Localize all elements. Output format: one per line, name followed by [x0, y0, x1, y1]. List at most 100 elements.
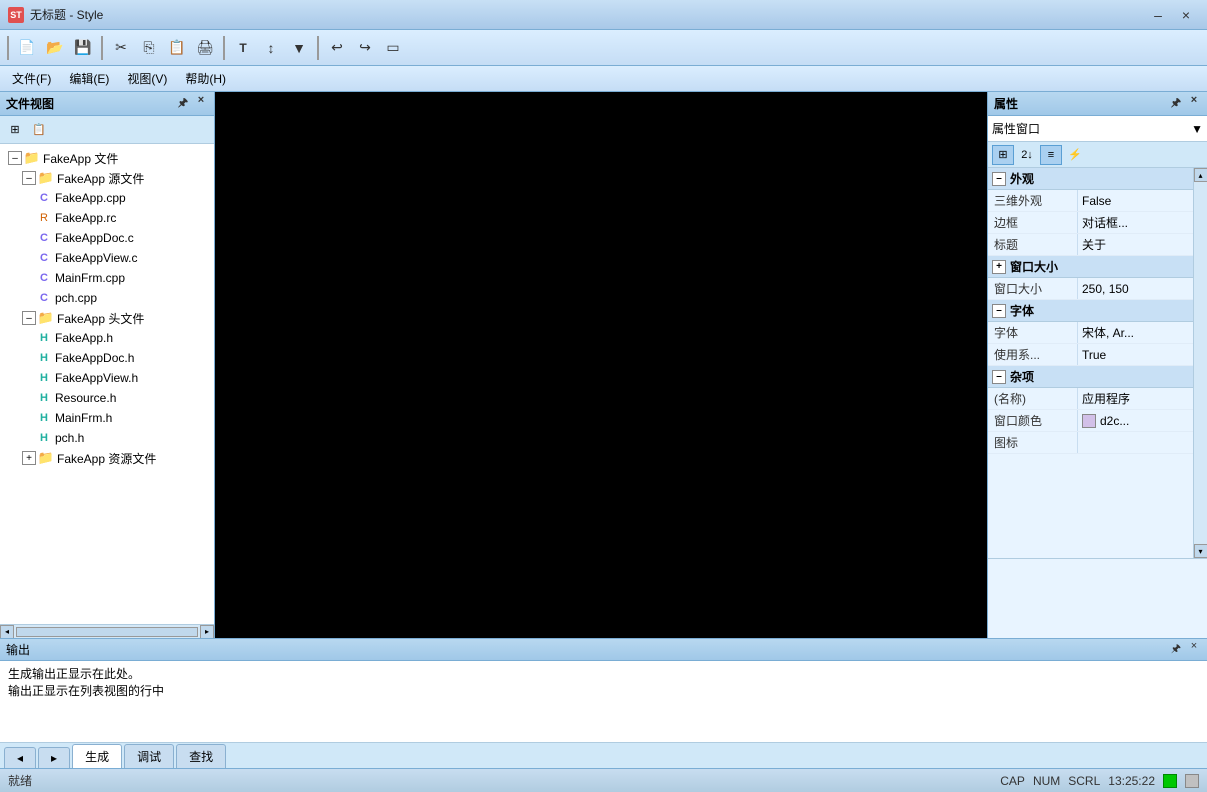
- prop-val-sysFont[interactable]: True: [1078, 348, 1193, 362]
- toggle-font[interactable]: –: [992, 304, 1006, 318]
- file-tree[interactable]: – 📁 FakeApp 文件 – 📁 FakeApp 源文件 C FakeApp…: [0, 144, 214, 624]
- prop-val-font[interactable]: 宋体, Ar...: [1078, 324, 1193, 341]
- file-panel-pin[interactable]: 🖈: [176, 94, 190, 113]
- menu-help[interactable]: 帮助(H): [177, 68, 234, 89]
- sort-button[interactable]: ↕: [258, 35, 284, 61]
- toolbar-dropdown[interactable]: ▼: [286, 35, 312, 61]
- props-panel-close[interactable]: ×: [1187, 94, 1201, 113]
- menubar: 文件(F) 编辑(E) 视图(V) 帮助(H): [0, 66, 1207, 92]
- tree-item-f2[interactable]: R FakeApp.rc: [0, 208, 214, 228]
- tree-item-f3[interactable]: C FakeAppDoc.c: [0, 228, 214, 248]
- menu-view[interactable]: 视图(V): [119, 68, 175, 89]
- tree-item-f6[interactable]: C pch.cpp: [0, 288, 214, 308]
- props-section-winsize[interactable]: + 窗口大小: [988, 256, 1193, 278]
- vscroll-up[interactable]: ▴: [1194, 168, 1207, 182]
- tree-label-h2: FakeAppDoc.h: [55, 351, 134, 365]
- tab-debug[interactable]: 调试: [124, 744, 174, 768]
- prop-val-wincolor[interactable]: d2c...: [1078, 414, 1193, 428]
- tree-item-h6[interactable]: H pch.h: [0, 428, 214, 448]
- output-close[interactable]: ×: [1187, 640, 1201, 659]
- undo-button[interactable]: ↩: [324, 35, 350, 61]
- canvas-area[interactable]: [215, 92, 987, 638]
- tree-item-src[interactable]: – 📁 FakeApp 源文件: [0, 168, 214, 188]
- tree-label-f5: MainFrm.cpp: [55, 271, 125, 285]
- text-button[interactable]: T: [230, 35, 256, 61]
- hscroll-right[interactable]: ▸: [200, 625, 214, 639]
- print-button[interactable]: 🖨: [192, 35, 218, 61]
- prop-val-border[interactable]: 对话框...: [1078, 214, 1193, 231]
- output-pin[interactable]: 🖈: [1169, 640, 1183, 659]
- tree-item-f1[interactable]: C FakeApp.cpp: [0, 188, 214, 208]
- file-panel-close[interactable]: ×: [194, 94, 208, 113]
- open-button[interactable]: 📂: [42, 35, 68, 61]
- file-panel-controls: 🖈 ×: [176, 94, 208, 113]
- props-section-font[interactable]: – 字体: [988, 300, 1193, 322]
- tree-item-h5[interactable]: H MainFrm.h: [0, 408, 214, 428]
- toggle-misc[interactable]: –: [992, 370, 1006, 384]
- titlebar-left: ST 无标题 - Style: [8, 6, 103, 23]
- tab-prev-right[interactable]: ▸: [38, 747, 70, 768]
- tree-item-h4[interactable]: H Resource.h: [0, 388, 214, 408]
- statusbar: 就绪 CAP NUM SCRL 13:25:22: [0, 768, 1207, 792]
- close-button[interactable]: ×: [1173, 5, 1199, 25]
- tree-item-f5[interactable]: C MainFrm.cpp: [0, 268, 214, 288]
- props-vscrollbar[interactable]: ▴ ▾: [1193, 168, 1207, 558]
- tree-item-root[interactable]: – 📁 FakeApp 文件: [0, 148, 214, 168]
- prop-val-title[interactable]: 关于: [1078, 236, 1193, 253]
- paste-button[interactable]: 📋: [164, 35, 190, 61]
- file-tool-2[interactable]: 📋: [28, 120, 50, 140]
- props-tool-event[interactable]: ⚡: [1064, 145, 1086, 165]
- tab-prev-left[interactable]: ◂: [4, 747, 36, 768]
- copy-button[interactable]: ⎘: [136, 35, 162, 61]
- wincolor-text: d2c...: [1100, 414, 1129, 428]
- status-indicator: [1163, 774, 1177, 788]
- titlebar-title: 无标题 - Style: [30, 6, 103, 23]
- props-row-font: 字体 宋体, Ar...: [988, 322, 1193, 344]
- props-section-appearance[interactable]: – 外观: [988, 168, 1193, 190]
- menu-edit[interactable]: 编辑(E): [61, 68, 117, 89]
- file-tool-1[interactable]: ⊞: [4, 120, 26, 140]
- save-button[interactable]: 💾: [70, 35, 96, 61]
- props-tool-grid[interactable]: ⊞: [992, 145, 1014, 165]
- toggle-winsize[interactable]: +: [992, 260, 1006, 274]
- tree-item-f4[interactable]: C FakeAppView.c: [0, 248, 214, 268]
- redo-button[interactable]: ↪: [352, 35, 378, 61]
- tree-label-res: FakeApp 资源文件: [57, 450, 156, 467]
- prop-val-winsize[interactable]: 250, 150: [1078, 282, 1193, 296]
- tab-build[interactable]: 生成: [72, 744, 122, 769]
- tree-item-hdr[interactable]: – 📁 FakeApp 头文件: [0, 308, 214, 328]
- prop-val-name[interactable]: 应用程序: [1078, 390, 1193, 407]
- props-dropdown[interactable]: 属性窗口 ▼: [988, 116, 1207, 142]
- rect-button[interactable]: ▭: [380, 35, 406, 61]
- minimize-button[interactable]: –: [1145, 5, 1171, 25]
- tree-item-h2[interactable]: H FakeAppDoc.h: [0, 348, 214, 368]
- tree-label-hdr: FakeApp 头文件: [57, 310, 144, 327]
- new-button[interactable]: 📄: [14, 35, 40, 61]
- props-section-misc[interactable]: – 杂项: [988, 366, 1193, 388]
- prop-key-winsize: 窗口大小: [988, 278, 1078, 299]
- hscroll-left[interactable]: ◂: [0, 625, 14, 639]
- props-table[interactable]: – 外观 三维外观 False 边框 对话框... 标题 关于 +: [988, 168, 1193, 558]
- vscroll-down[interactable]: ▾: [1194, 544, 1207, 558]
- menu-file[interactable]: 文件(F): [4, 68, 59, 89]
- expander-src[interactable]: –: [22, 171, 36, 185]
- props-tool-sort[interactable]: 2↓: [1016, 145, 1038, 165]
- tree-item-h3[interactable]: H FakeAppView.h: [0, 368, 214, 388]
- section-misc-label: 杂项: [1010, 368, 1034, 385]
- expander-hdr[interactable]: –: [22, 311, 36, 325]
- expander-root[interactable]: –: [8, 151, 22, 165]
- titlebar: ST 无标题 - Style – ×: [0, 0, 1207, 30]
- expander-res[interactable]: +: [22, 451, 36, 465]
- props-tool-list[interactable]: ≡: [1040, 145, 1062, 165]
- file-panel-hscrollbar[interactable]: ◂ ▸: [0, 624, 214, 638]
- tab-find[interactable]: 查找: [176, 744, 226, 768]
- tree-item-res[interactable]: + 📁 FakeApp 资源文件: [0, 448, 214, 468]
- file-icon-f5: C: [36, 270, 52, 286]
- cut-button[interactable]: ✂: [108, 35, 134, 61]
- toggle-appearance[interactable]: –: [992, 172, 1006, 186]
- tree-item-h1[interactable]: H FakeApp.h: [0, 328, 214, 348]
- prop-val-3d[interactable]: False: [1078, 194, 1193, 208]
- props-panel-pin[interactable]: 🖈: [1169, 94, 1183, 113]
- output-tabs: ◂ ▸ 生成 调试 查找: [0, 742, 1207, 768]
- hscroll-thumb[interactable]: [16, 627, 198, 637]
